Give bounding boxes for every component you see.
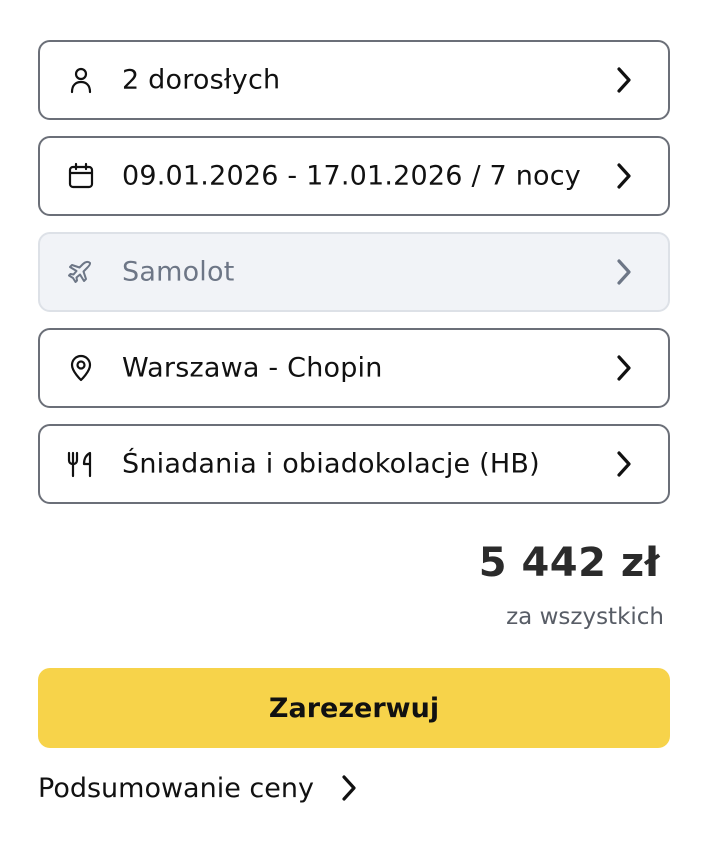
departure-label: Warszawa - Chopin: [122, 352, 383, 384]
chevron-right-icon: [340, 773, 360, 803]
dates-label: 09.01.2026 - 17.01.2026 / 7 nocy: [122, 160, 581, 192]
departure-selector[interactable]: Warszawa - Chopin: [38, 328, 670, 408]
chevron-right-icon: [614, 257, 634, 287]
travelers-selector[interactable]: 2 dorosłych: [38, 40, 670, 120]
person-icon: [66, 65, 96, 95]
calendar-icon: [66, 161, 96, 191]
total-price: 5 442 zł: [478, 540, 660, 586]
transport-label: Samolot: [122, 256, 235, 288]
price-summary-label: Podsumowanie ceny: [38, 772, 314, 804]
meals-selector[interactable]: Śniadania i obiadokolacje (HB): [38, 424, 670, 504]
price-note: za wszystkich: [506, 604, 664, 630]
travelers-label: 2 dorosłych: [122, 64, 281, 96]
chevron-right-icon: [614, 353, 634, 383]
airplane-icon: [66, 257, 96, 287]
dates-selector[interactable]: 09.01.2026 - 17.01.2026 / 7 nocy: [38, 136, 670, 216]
chevron-right-icon: [614, 449, 634, 479]
chevron-right-icon: [614, 161, 634, 191]
transport-selector: Samolot: [38, 232, 670, 312]
price-summary-link[interactable]: Podsumowanie ceny: [38, 768, 360, 808]
cutlery-icon: [66, 449, 96, 479]
location-pin-icon: [66, 353, 96, 383]
meals-label: Śniadania i obiadokolacje (HB): [122, 448, 540, 480]
book-button[interactable]: Zarezerwuj: [38, 668, 670, 748]
chevron-right-icon: [614, 65, 634, 95]
